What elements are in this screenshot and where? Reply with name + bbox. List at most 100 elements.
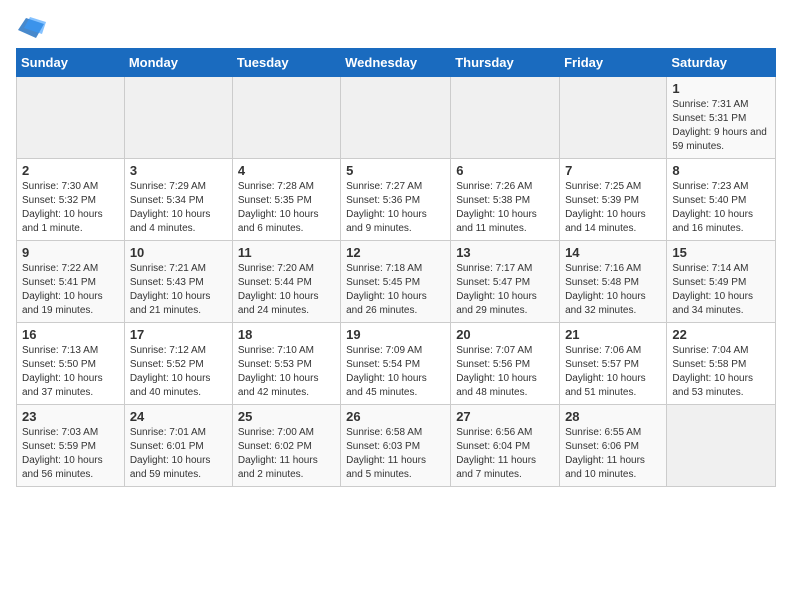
- day-number: 8: [672, 163, 770, 178]
- day-cell: [560, 77, 667, 159]
- day-cell: 6Sunrise: 7:26 AM Sunset: 5:38 PM Daylig…: [451, 159, 560, 241]
- week-row-3: 9 Sunrise: 7:22 AM Sunset: 5:41 PM Daylig…: [17, 241, 776, 323]
- day-cell: 21 Sunrise: 7:06 AM Sunset: 5:57 PM Dayli…: [560, 323, 667, 405]
- day-number: 19: [346, 327, 445, 342]
- day-cell: 3 Sunrise: 7:29 AM Sunset: 5:34 PM Daylig…: [124, 159, 232, 241]
- week-row-1: 1 Sunrise: 7:31 AM Sunset: 5:31 PM Daylig…: [17, 77, 776, 159]
- day-number: 13: [456, 245, 554, 260]
- day-info: Sunrise: 7:16 AM Sunset: 5:48 PM Dayligh…: [565, 262, 661, 318]
- day-number: 10: [130, 245, 227, 260]
- day-cell: 5 Sunrise: 7:27 AM Sunset: 5:36 PM Daylig…: [341, 159, 451, 241]
- day-info: Sunrise: 7:06 AM Sunset: 5:57 PM Dayligh…: [565, 344, 661, 400]
- day-number: 3: [130, 163, 227, 178]
- header-tuesday: Tuesday: [232, 49, 340, 77]
- logo-icon: [16, 16, 46, 40]
- day-number: 27: [456, 409, 554, 424]
- header-friday: Friday: [560, 49, 667, 77]
- day-number: 21: [565, 327, 661, 342]
- day-info: Sunrise: 7:04 AM Sunset: 5:58 PM Dayligh…: [672, 344, 770, 400]
- day-info: Sunrise: 7:18 AM Sunset: 5:45 PM Dayligh…: [346, 262, 445, 318]
- week-row-4: 16 Sunrise: 7:13 AM Sunset: 5:50 PM Dayli…: [17, 323, 776, 405]
- day-cell: 19 Sunrise: 7:09 AM Sunset: 5:54 PM Dayli…: [341, 323, 451, 405]
- day-cell: 28 Sunrise: 6:55 AM Sunset: 6:06 PM Dayli…: [560, 405, 667, 487]
- day-cell: [451, 77, 560, 159]
- calendar-body: 1 Sunrise: 7:31 AM Sunset: 5:31 PM Daylig…: [17, 77, 776, 487]
- day-cell: [341, 77, 451, 159]
- day-info: Sunrise: 7:13 AM Sunset: 5:50 PM Dayligh…: [22, 344, 119, 400]
- day-info: Sunrise: 7:00 AM Sunset: 6:02 PM Dayligh…: [238, 426, 335, 482]
- day-number: 4: [238, 163, 335, 178]
- week-row-2: 2 Sunrise: 7:30 AM Sunset: 5:32 PM Daylig…: [17, 159, 776, 241]
- day-number: 24: [130, 409, 227, 424]
- day-number: 11: [238, 245, 335, 260]
- day-info: Sunrise: 6:58 AM Sunset: 6:03 PM Dayligh…: [346, 426, 445, 482]
- day-cell: [17, 77, 125, 159]
- day-info: Sunrise: 7:07 AM Sunset: 5:56 PM Dayligh…: [456, 344, 554, 400]
- day-number: 12: [346, 245, 445, 260]
- day-number: 20: [456, 327, 554, 342]
- day-cell: 17 Sunrise: 7:12 AM Sunset: 5:52 PM Dayli…: [124, 323, 232, 405]
- day-cell: 8 Sunrise: 7:23 AM Sunset: 5:40 PM Daylig…: [667, 159, 776, 241]
- header-wednesday: Wednesday: [341, 49, 451, 77]
- day-cell: 7 Sunrise: 7:25 AM Sunset: 5:39 PM Daylig…: [560, 159, 667, 241]
- day-number: 14: [565, 245, 661, 260]
- day-number: 16: [22, 327, 119, 342]
- day-number: 22: [672, 327, 770, 342]
- day-info: Sunrise: 7:20 AM Sunset: 5:44 PM Dayligh…: [238, 262, 335, 318]
- day-cell: 13 Sunrise: 7:17 AM Sunset: 5:47 PM Dayli…: [451, 241, 560, 323]
- day-number: 5: [346, 163, 445, 178]
- day-number: 23: [22, 409, 119, 424]
- day-info: Sunrise: 7:17 AM Sunset: 5:47 PM Dayligh…: [456, 262, 554, 318]
- day-info: Sunrise: 7:10 AM Sunset: 5:53 PM Dayligh…: [238, 344, 335, 400]
- day-cell: [667, 405, 776, 487]
- day-info: Sunrise: 7:27 AM Sunset: 5:36 PM Dayligh…: [346, 180, 445, 236]
- day-info: Sunrise: 7:25 AM Sunset: 5:39 PM Dayligh…: [565, 180, 661, 236]
- day-number: 6: [456, 163, 554, 178]
- day-number: 26: [346, 409, 445, 424]
- day-cell: 15 Sunrise: 7:14 AM Sunset: 5:49 PM Dayli…: [667, 241, 776, 323]
- day-info: Sunrise: 7:12 AM Sunset: 5:52 PM Dayligh…: [130, 344, 227, 400]
- day-number: 9: [22, 245, 119, 260]
- day-cell: 9 Sunrise: 7:22 AM Sunset: 5:41 PM Daylig…: [17, 241, 125, 323]
- day-number: 15: [672, 245, 770, 260]
- day-info: Sunrise: 7:23 AM Sunset: 5:40 PM Dayligh…: [672, 180, 770, 236]
- day-cell: 24 Sunrise: 7:01 AM Sunset: 6:01 PM Dayli…: [124, 405, 232, 487]
- day-cell: 10 Sunrise: 7:21 AM Sunset: 5:43 PM Dayli…: [124, 241, 232, 323]
- day-number: 28: [565, 409, 661, 424]
- day-info: Sunrise: 7:29 AM Sunset: 5:34 PM Dayligh…: [130, 180, 227, 236]
- day-number: 7: [565, 163, 661, 178]
- day-cell: 1 Sunrise: 7:31 AM Sunset: 5:31 PM Daylig…: [667, 77, 776, 159]
- day-cell: 4 Sunrise: 7:28 AM Sunset: 5:35 PM Daylig…: [232, 159, 340, 241]
- day-info: Sunrise: 6:55 AM Sunset: 6:06 PM Dayligh…: [565, 426, 661, 482]
- day-info: Sunrise: 7:28 AM Sunset: 5:35 PM Dayligh…: [238, 180, 335, 236]
- week-row-5: 23 Sunrise: 7:03 AM Sunset: 5:59 PM Dayli…: [17, 405, 776, 487]
- calendar-header: SundayMondayTuesdayWednesdayThursdayFrid…: [17, 49, 776, 77]
- day-info: Sunrise: 7:30 AM Sunset: 5:32 PM Dayligh…: [22, 180, 119, 236]
- day-cell: 27 Sunrise: 6:56 AM Sunset: 6:04 PM Dayli…: [451, 405, 560, 487]
- day-number: 25: [238, 409, 335, 424]
- day-number: 1: [672, 81, 770, 96]
- day-info: Sunrise: 7:09 AM Sunset: 5:54 PM Dayligh…: [346, 344, 445, 400]
- day-info: Sunrise: 7:22 AM Sunset: 5:41 PM Dayligh…: [22, 262, 119, 318]
- page-header: [16, 16, 776, 40]
- day-cell: 22 Sunrise: 7:04 AM Sunset: 5:58 PM Dayli…: [667, 323, 776, 405]
- day-cell: 23 Sunrise: 7:03 AM Sunset: 5:59 PM Dayli…: [17, 405, 125, 487]
- calendar-table: SundayMondayTuesdayWednesdayThursdayFrid…: [16, 48, 776, 487]
- day-info: Sunrise: 7:31 AM Sunset: 5:31 PM Dayligh…: [672, 98, 770, 154]
- day-info: Sunrise: 7:21 AM Sunset: 5:43 PM Dayligh…: [130, 262, 227, 318]
- day-number: 17: [130, 327, 227, 342]
- header-saturday: Saturday: [667, 49, 776, 77]
- day-info: Sunrise: 6:56 AM Sunset: 6:04 PM Dayligh…: [456, 426, 554, 482]
- logo: [16, 16, 50, 40]
- day-cell: 11 Sunrise: 7:20 AM Sunset: 5:44 PM Dayli…: [232, 241, 340, 323]
- day-cell: 16 Sunrise: 7:13 AM Sunset: 5:50 PM Dayli…: [17, 323, 125, 405]
- day-cell: 26 Sunrise: 6:58 AM Sunset: 6:03 PM Dayli…: [341, 405, 451, 487]
- day-info: Sunrise: 7:14 AM Sunset: 5:49 PM Dayligh…: [672, 262, 770, 318]
- day-number: 2: [22, 163, 119, 178]
- day-cell: 2 Sunrise: 7:30 AM Sunset: 5:32 PM Daylig…: [17, 159, 125, 241]
- day-info: Sunrise: 7:01 AM Sunset: 6:01 PM Dayligh…: [130, 426, 227, 482]
- day-cell: [124, 77, 232, 159]
- day-cell: 18Sunrise: 7:10 AM Sunset: 5:53 PM Dayli…: [232, 323, 340, 405]
- day-info: Sunrise: 7:03 AM Sunset: 5:59 PM Dayligh…: [22, 426, 119, 482]
- header-thursday: Thursday: [451, 49, 560, 77]
